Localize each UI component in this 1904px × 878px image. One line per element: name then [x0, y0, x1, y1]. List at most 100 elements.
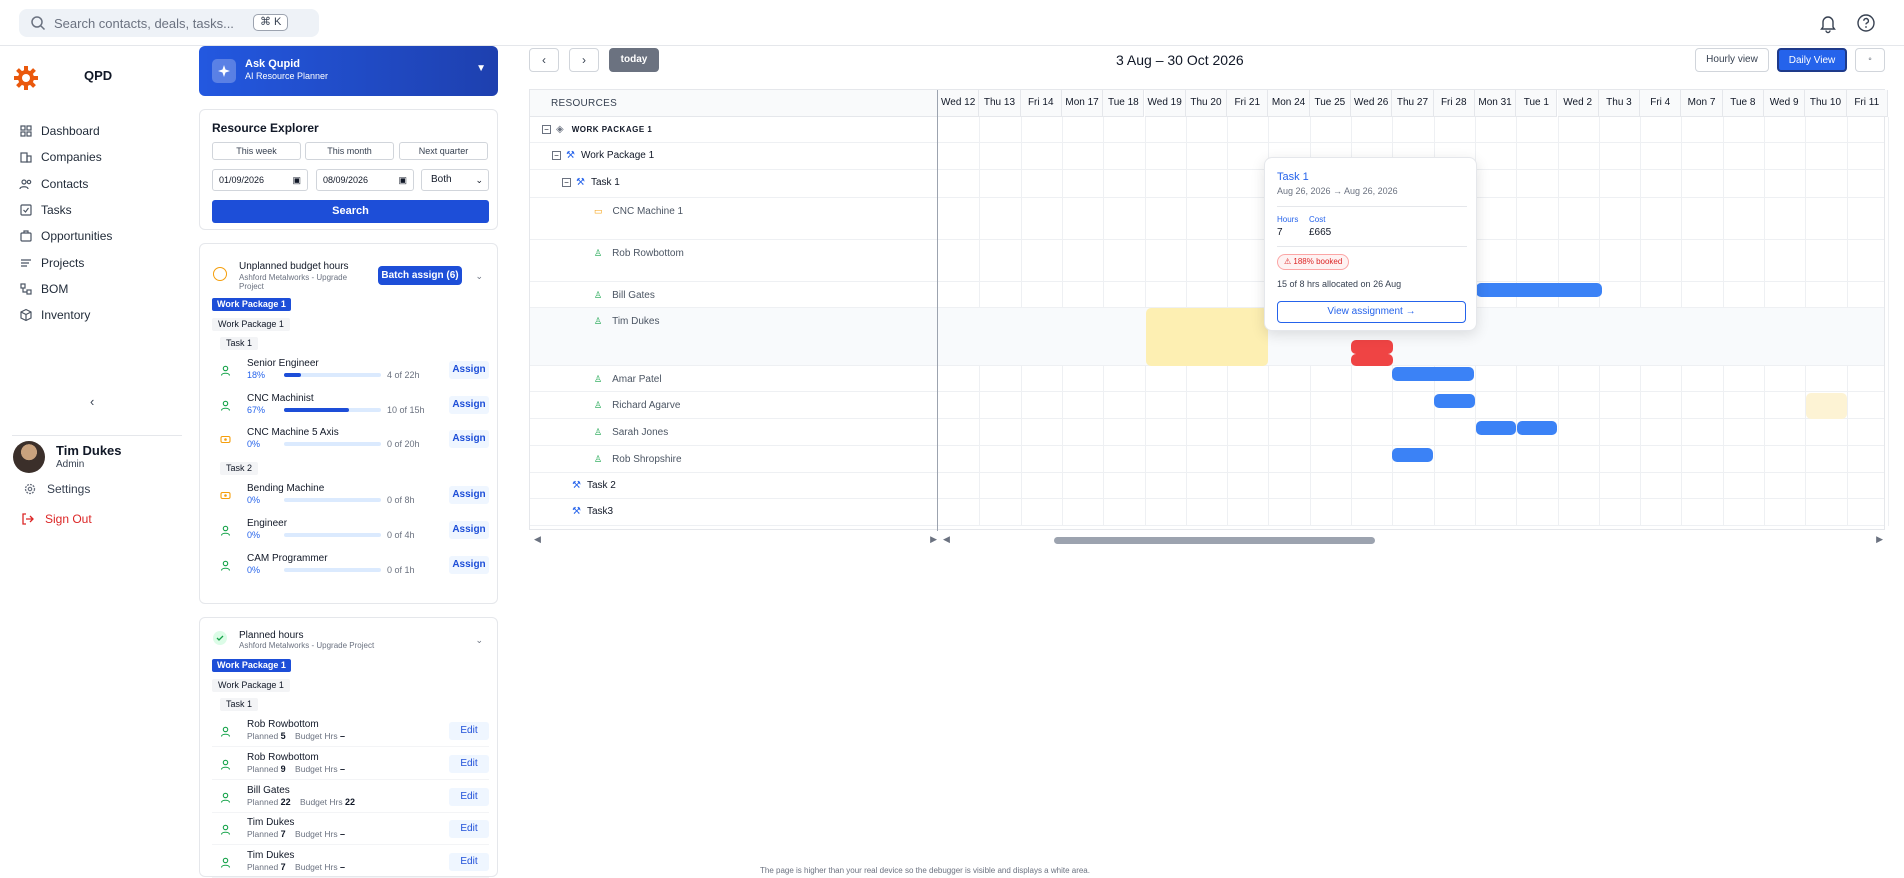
- nav-item-projects[interactable]: Projects: [19, 253, 189, 273]
- gantt-row-label[interactable]: ♙ Amar Patel: [594, 374, 662, 385]
- progress-fill: [284, 408, 349, 412]
- help-icon[interactable]: [1855, 12, 1877, 34]
- nav-item-bom[interactable]: BOM: [19, 279, 189, 299]
- chevron-down-icon[interactable]: ⌄: [475, 635, 483, 646]
- gantt-row-label[interactable]: ♙ Tim Dukes: [594, 316, 660, 327]
- range-this-week[interactable]: This week: [212, 142, 301, 160]
- availability-block[interactable]: [1806, 393, 1847, 419]
- settings-toggle-icon[interactable]: ◦: [1855, 48, 1885, 72]
- search-button[interactable]: Search: [212, 200, 489, 223]
- edit-button[interactable]: Edit: [449, 722, 489, 740]
- clock-icon: [213, 267, 227, 281]
- resource-explorer-title: Resource Explorer: [212, 121, 319, 135]
- prev-button[interactable]: ‹: [529, 48, 559, 72]
- budget-value: 22: [344, 796, 355, 807]
- chevron-down-icon[interactable]: ⌄: [475, 271, 483, 282]
- nav-label: Companies: [41, 150, 102, 165]
- assignment-bar[interactable]: [1434, 394, 1475, 408]
- nav-label: Opportunities: [41, 229, 113, 244]
- assign-button[interactable]: Assign: [449, 361, 489, 379]
- chevron-down-icon[interactable]: ▼: [476, 63, 486, 74]
- assign-button[interactable]: Assign: [449, 486, 489, 504]
- gantt-row-label[interactable]: ♙ Sarah Jones: [594, 427, 668, 438]
- planned-row: Tim Dukes Planned 7 Budget Hrs – Edit: [212, 815, 489, 846]
- overbooked-bar[interactable]: [1351, 340, 1393, 354]
- pane-divider[interactable]: [937, 90, 938, 531]
- day-header: Mon 31: [1474, 90, 1517, 117]
- progress-bar: [284, 442, 381, 446]
- user-role: Admin: [56, 459, 85, 470]
- daily-view-button[interactable]: Daily View: [1777, 48, 1847, 72]
- gantt-row-label[interactable]: − ◈ WORK PACKAGE 1: [542, 124, 652, 135]
- to-date-field[interactable]: 08/09/2026 ▣: [316, 169, 414, 191]
- shortcut-badge: ⌘ K: [253, 14, 289, 31]
- nav-item-tasks[interactable]: Tasks: [19, 200, 189, 220]
- timeline-scrollbar[interactable]: ◀ ▶: [940, 534, 1883, 544]
- search-input[interactable]: Search contacts, deals, tasks...: [54, 16, 234, 31]
- ask-qupid-banner[interactable]: Ask Qupid AI Resource Planner ▼: [199, 46, 498, 96]
- view-assignment-button[interactable]: View assignment →: [1277, 301, 1466, 323]
- gantt-row-label[interactable]: ⚒ Task 2: [572, 480, 616, 491]
- assignment-bar[interactable]: [1392, 448, 1433, 462]
- scrollbar-thumb[interactable]: [1054, 537, 1375, 544]
- edit-button[interactable]: Edit: [449, 754, 489, 773]
- edit-button[interactable]: Edit: [449, 787, 489, 806]
- range-next-quarter[interactable]: Next quarter: [399, 142, 488, 160]
- day-header: Fri 11: [1846, 90, 1888, 117]
- hours-text: 0 of 1h: [387, 565, 415, 575]
- bell-icon[interactable]: [1817, 12, 1839, 34]
- nav-item-opportunities[interactable]: Opportunities: [19, 226, 189, 246]
- gantt-row-label[interactable]: ♙ Rob Shropshire: [594, 454, 682, 465]
- assign-button[interactable]: Assign: [449, 396, 489, 414]
- today-button[interactable]: today: [609, 48, 659, 72]
- gantt-row-label[interactable]: − ⚒ Task 1: [562, 177, 620, 188]
- hourly-view-button[interactable]: Hourly view: [1695, 48, 1769, 72]
- edit-button[interactable]: Edit: [449, 853, 489, 872]
- divider: [1277, 246, 1467, 247]
- assign-button[interactable]: Assign: [449, 556, 489, 574]
- day-header: Thu 20: [1185, 90, 1228, 117]
- gantt-row-label[interactable]: ⚒ Task3: [572, 506, 613, 517]
- sign-out-link[interactable]: Sign Out: [21, 512, 92, 526]
- collapse-toggle-icon[interactable]: −: [562, 178, 571, 187]
- settings-link[interactable]: Settings: [23, 482, 90, 496]
- gantt-row-label[interactable]: ▭ CNC Machine 1: [594, 206, 683, 217]
- wp-tag: Work Package 1: [212, 679, 290, 692]
- planned-label: Planned: [247, 829, 279, 840]
- resource-type-select[interactable]: Both ⌄: [421, 169, 489, 191]
- overbooked-bar[interactable]: [1351, 354, 1393, 366]
- planned-row: Bill Gates Planned 22 Budget Hrs 22 Edit: [212, 783, 489, 813]
- resources-scrollbar[interactable]: ◀ ▶: [531, 534, 937, 544]
- from-date-field[interactable]: 01/09/2026 ▣: [212, 169, 308, 191]
- batch-assign-button[interactable]: Batch assign (6): [378, 266, 462, 285]
- collapse-toggle-icon[interactable]: −: [542, 125, 551, 134]
- assign-button[interactable]: Assign: [449, 521, 489, 539]
- debug-footer: The page is higher than your real device…: [760, 866, 1090, 875]
- resources-header-label: RESOURCES: [551, 98, 618, 109]
- assignment-bar[interactable]: [1392, 367, 1474, 381]
- nav-item-contacts[interactable]: Contacts: [19, 174, 189, 194]
- global-search[interactable]: Search contacts, deals, tasks... ⌘ K: [19, 9, 319, 37]
- gantt-row-label[interactable]: − ⚒ Work Package 1: [552, 150, 654, 161]
- row-text: Work Package 1: [580, 150, 655, 161]
- collapse-sidebar-button[interactable]: ‹: [90, 394, 94, 409]
- gantt-row-label[interactable]: ♙ Richard Agarve: [594, 400, 680, 411]
- next-button[interactable]: ›: [569, 48, 599, 72]
- assignment-bar[interactable]: [1476, 283, 1602, 297]
- range-this-month[interactable]: This month: [305, 142, 394, 160]
- resource-name: Rob Rowbottom: [247, 719, 319, 730]
- assign-button[interactable]: Assign: [449, 430, 489, 448]
- nav-item-inventory[interactable]: Inventory: [19, 305, 189, 325]
- wrench-icon: ⚒: [566, 150, 575, 161]
- collapse-toggle-icon[interactable]: −: [552, 151, 561, 160]
- to-date-value: 08/09/2026: [323, 175, 369, 185]
- assignment-bar[interactable]: [1517, 421, 1557, 435]
- edit-button[interactable]: Edit: [449, 820, 489, 839]
- assignment-bar[interactable]: [1476, 421, 1516, 435]
- gantt-row-label[interactable]: ♙ Bill Gates: [594, 290, 655, 301]
- nav-item-dashboard[interactable]: Dashboard: [19, 121, 189, 141]
- availability-block[interactable]: [1146, 308, 1268, 366]
- avatar[interactable]: [13, 441, 45, 473]
- nav-item-companies[interactable]: Companies: [19, 147, 189, 167]
- gantt-row-label[interactable]: ♙ Rob Rowbottom: [594, 248, 684, 259]
